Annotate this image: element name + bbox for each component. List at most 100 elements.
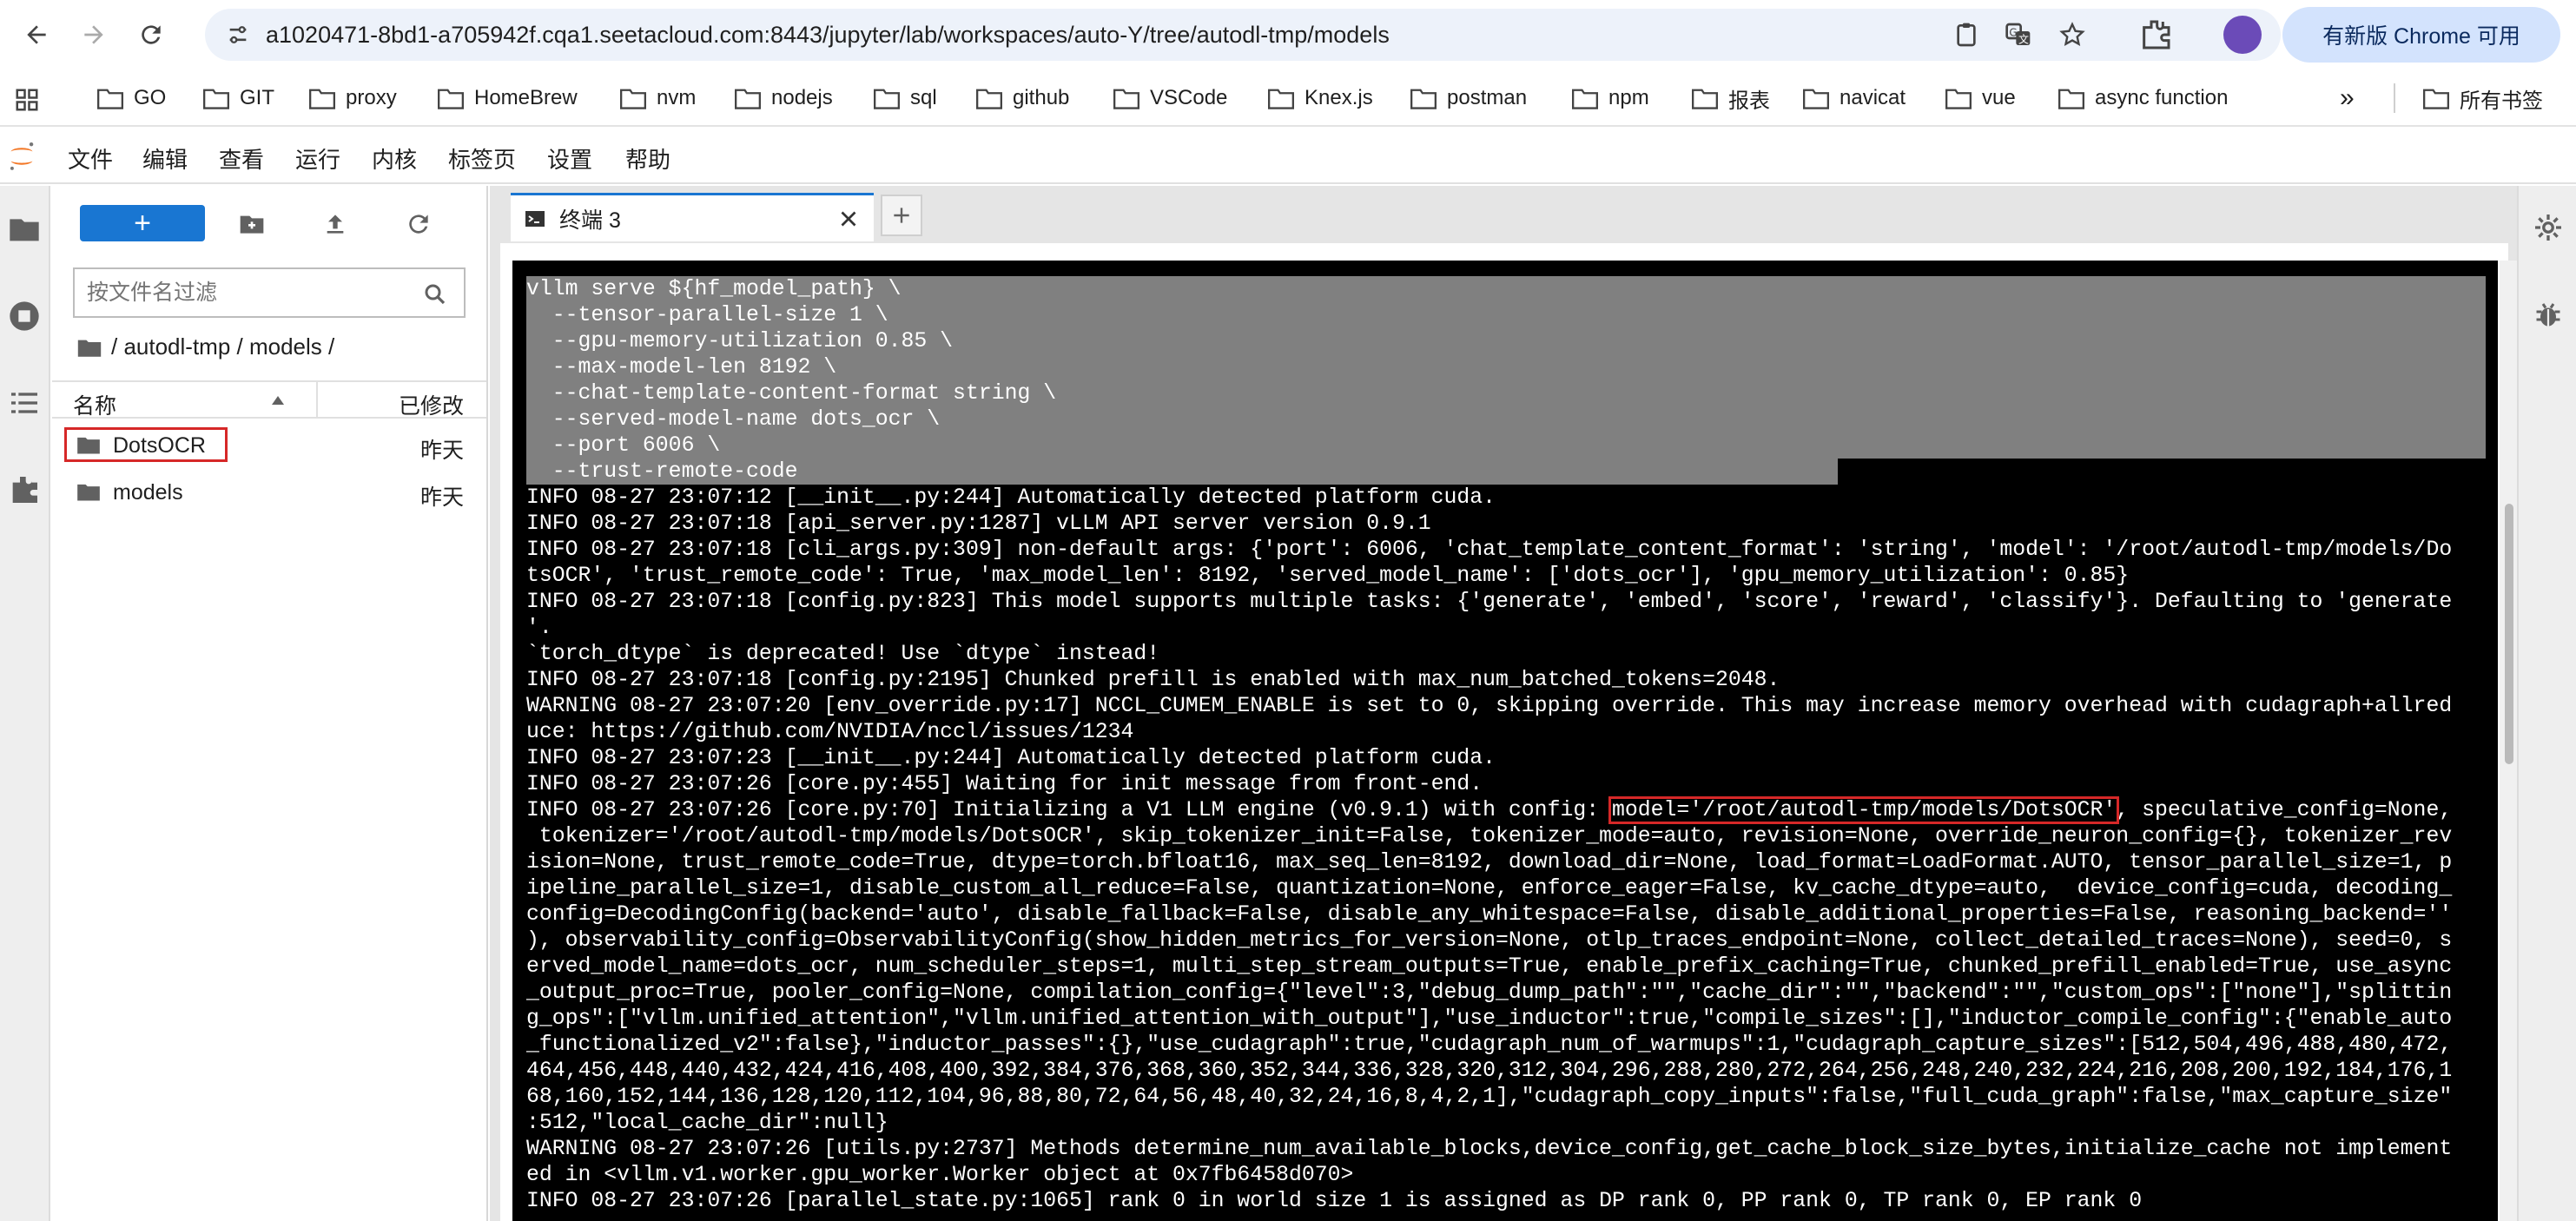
sort-up-icon [272, 396, 284, 405]
running-stop-icon[interactable] [7, 299, 42, 333]
folder-icon[interactable] [76, 337, 102, 358]
folder-icon [1410, 89, 1437, 109]
star-icon[interactable] [2058, 21, 2086, 49]
bookmarks-bar: GO GIT proxy HomeBrew nvm nodejs sql git… [0, 69, 2576, 127]
all-bookmarks[interactable]: 所有书签 [2423, 82, 2543, 115]
extension-puzzle-icon[interactable] [7, 472, 42, 507]
file-list-header: 名称 已修改 [52, 380, 486, 419]
tab-terminal-3[interactable]: 终端 3 [511, 193, 874, 241]
menu-tabs[interactable]: 标签页 [448, 142, 516, 175]
bookmark-nodejs[interactable]: nodejs [735, 82, 833, 115]
file-name: DotsOCR [113, 433, 206, 458]
menu-settings[interactable]: 设置 [547, 142, 592, 175]
property-inspector-gear-icon[interactable] [2533, 212, 2564, 243]
new-tab-button[interactable] [881, 195, 922, 236]
folder-icon[interactable] [7, 212, 42, 247]
search-icon [425, 284, 446, 305]
folder-icon [438, 89, 464, 109]
bookmark-report[interactable]: 报表 [1692, 82, 1770, 115]
right-activity-bar [2517, 186, 2576, 1221]
bookmark-sql[interactable]: sql [874, 82, 937, 115]
menu-run[interactable]: 运行 [295, 142, 340, 175]
avatar[interactable] [2223, 16, 2262, 54]
folder-icon [2423, 89, 2449, 109]
bookmark-git[interactable]: GIT [203, 82, 274, 115]
table-of-contents-icon[interactable] [7, 386, 42, 420]
address-bar[interactable]: a1020471-8bd1-a705942f.cqa1.seetacloud.c… [205, 9, 2281, 61]
menu-view[interactable]: 查看 [219, 142, 264, 175]
debugger-bug-icon[interactable] [2533, 299, 2564, 330]
terminal-scrollbar[interactable] [2500, 261, 2519, 1221]
bookmark-github[interactable]: github [976, 82, 1069, 115]
bookmark-vscode[interactable]: VSCode [1113, 82, 1227, 115]
folder-icon [1572, 89, 1598, 109]
bookmark-homebrew[interactable]: HomeBrew [438, 82, 578, 115]
column-divider[interactable] [316, 382, 318, 419]
translate-icon[interactable]: G文 [2005, 21, 2032, 49]
terminal-command-line: --tensor-parallel-size 1 \ [526, 303, 888, 327]
folder-icon [976, 89, 1002, 109]
scrollbar-thumb[interactable] [2505, 504, 2513, 764]
left-activity-bar [0, 186, 50, 1221]
terminal-output-line: '. [526, 616, 552, 640]
svg-text:文: 文 [2018, 32, 2029, 45]
file-row-dotsocr[interactable]: DotsOCR 昨天 [52, 422, 486, 469]
bookmark-vue[interactable]: vue [1945, 82, 2016, 115]
column-modified[interactable]: 已修改 [399, 389, 464, 420]
terminal-output-line: uce: https://github.com/NVIDIA/nccl/issu… [526, 720, 1134, 744]
upload-icon[interactable] [321, 210, 349, 238]
chrome-update-button[interactable]: 有新版 Chrome 可用 [2282, 7, 2560, 63]
menu-help[interactable]: 帮助 [625, 142, 670, 175]
bookmark-async-function[interactable]: async function [2058, 82, 2228, 115]
breadcrumb-path[interactable]: / autodl-tmp / models / [111, 333, 334, 360]
new-folder-icon[interactable] [238, 210, 266, 238]
bookmark-postman[interactable]: postman [1410, 82, 1527, 115]
bookmark-nvm[interactable]: nvm [620, 82, 696, 115]
terminal-command-line: --chat-template-content-format string \ [526, 381, 1057, 406]
bookmarks-overflow-button[interactable]: » [2340, 82, 2355, 115]
jupyter-menubar: 文件 编辑 查看 运行 内核 标签页 设置 帮助 [0, 129, 2576, 184]
column-name[interactable]: 名称 [73, 389, 116, 420]
filter-input[interactable] [87, 280, 408, 306]
file-row-models[interactable]: models 昨天 [52, 469, 486, 516]
menu-edit[interactable]: 编辑 [142, 142, 188, 175]
bookmark-knexjs[interactable]: Knex.js [1268, 82, 1373, 115]
folder-icon [1268, 89, 1294, 109]
menu-kernel[interactable]: 内核 [372, 142, 417, 175]
bookmark-proxy[interactable]: proxy [309, 82, 397, 115]
bookmarks-divider [2394, 83, 2395, 113]
site-settings-icon[interactable] [226, 23, 250, 47]
folder-icon [77, 484, 100, 501]
apps-grid-icon[interactable] [14, 87, 40, 113]
clipboard-icon[interactable] [1952, 21, 1980, 49]
terminal-output-line: ed in <vllm.v1.worker.gpu_worker.Worker … [526, 1163, 1354, 1187]
bookmark-npm[interactable]: npm [1572, 82, 1649, 115]
extensions-icon[interactable] [2138, 17, 2173, 52]
bookmark-go[interactable]: GO [97, 82, 166, 115]
terminal-output-line: `torch_dtype` is deprecated! Use `dtype`… [526, 642, 1160, 666]
menu-file[interactable]: 文件 [68, 142, 113, 175]
new-launcher-button[interactable]: + [80, 205, 205, 241]
reload-button[interactable] [132, 16, 170, 54]
bookmark-navicat[interactable]: navicat [1803, 82, 1906, 115]
terminal-output-line: WARNING 08-27 23:07:26 [utils.py:2737] M… [526, 1137, 2453, 1161]
terminal-command-line: --served-model-name dots_ocr \ [526, 407, 941, 432]
close-icon[interactable] [836, 206, 862, 232]
terminal-output-line: WARNING 08-27 23:07:20 [env_override.py:… [526, 694, 2453, 718]
terminal-output-line: erved_model_name=dots_ocr, num_scheduler… [526, 954, 2453, 979]
folder-icon [1803, 89, 1829, 109]
terminal-output-line: tokenizer='/root/autodl-tmp/models/DotsO… [526, 824, 2453, 848]
browser-toolbar: a1020471-8bd1-a705942f.cqa1.seetacloud.c… [0, 0, 2576, 69]
forward-button[interactable] [75, 16, 113, 54]
terminal-command-line: --max-model-len 8192 \ [526, 355, 837, 380]
folder-icon [1692, 89, 1718, 109]
terminal-output-line: INFO 08-27 23:07:18 [api_server.py:1287]… [526, 512, 1431, 536]
terminal-output-line: ), observability_config=ObservabilityCon… [526, 928, 2453, 953]
refresh-icon[interactable] [405, 210, 433, 238]
terminal[interactable]: vllm serve ${hf_model_path} \ --tensor-p… [512, 261, 2498, 1221]
terminal-output-line: tsOCR', 'trust_remote_code': True, 'max_… [526, 564, 2130, 588]
file-browser: + / autodl-tmp / models / 名称 已修改 DotsOCR… [52, 186, 488, 1221]
terminal-output-line: _output_proc=True, pooler_config=None, c… [526, 980, 2453, 1005]
back-button[interactable] [17, 16, 56, 54]
arrow-right-icon [84, 25, 103, 44]
